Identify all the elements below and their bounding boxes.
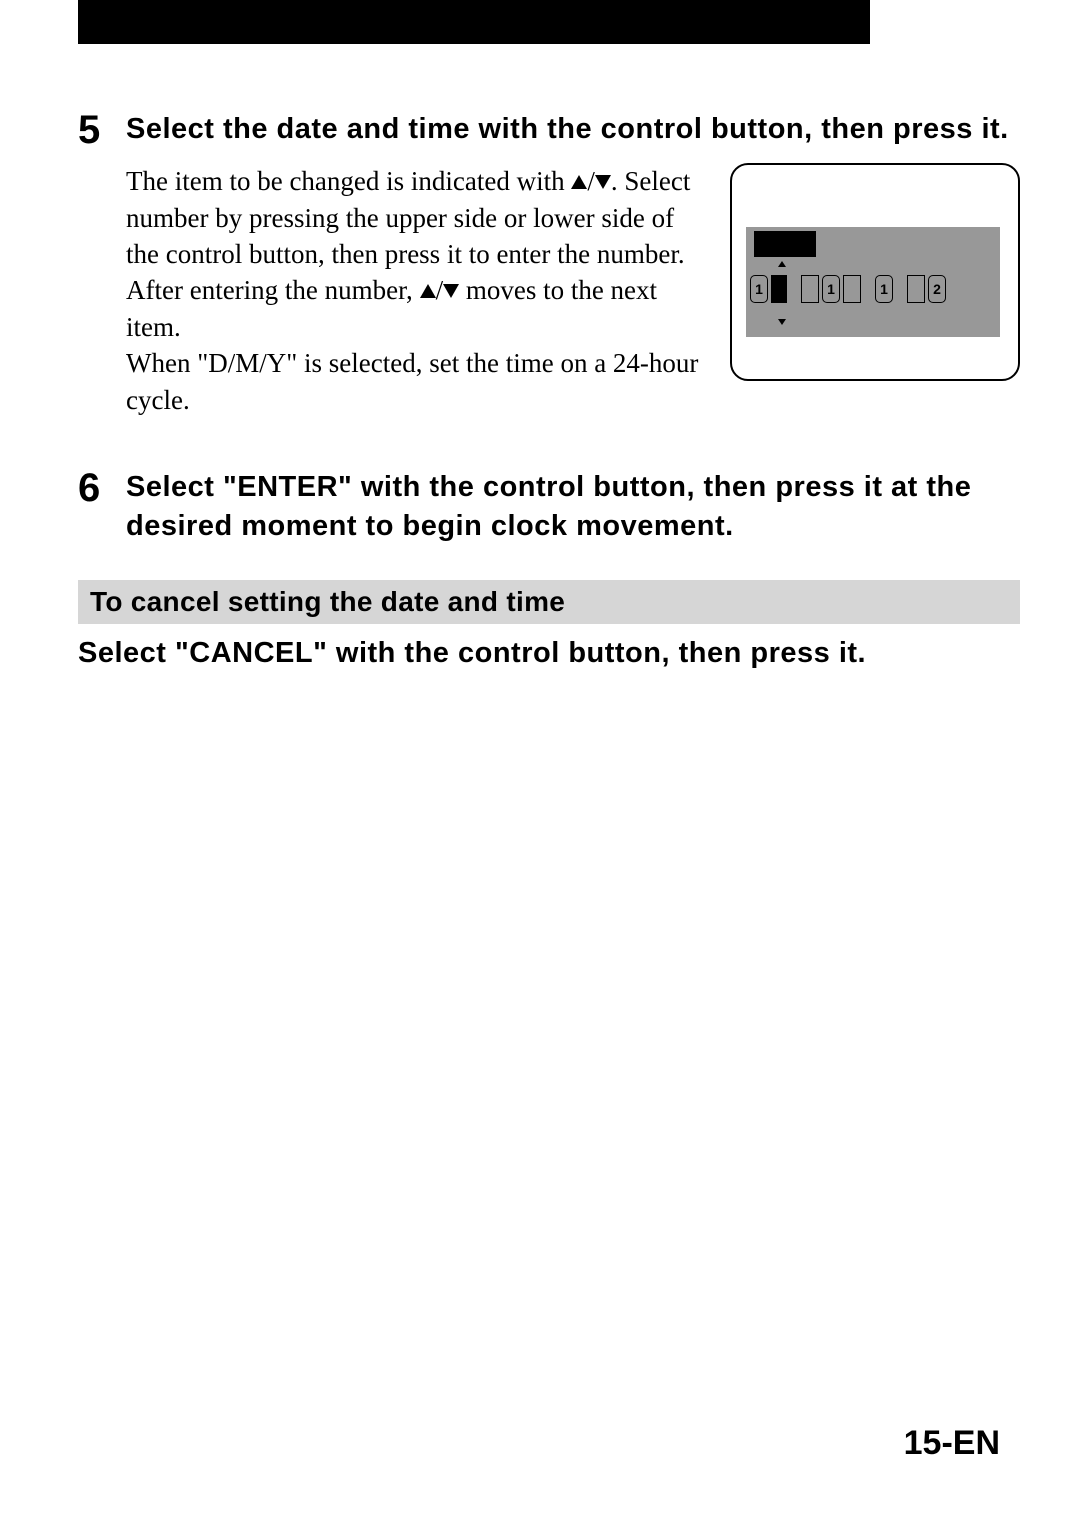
triangle-down-icon [595,175,611,189]
clock-set-figure: 1 1 1 2 [730,163,1020,381]
figure-digit-box [907,275,925,303]
figure-digit-box [843,275,861,303]
step-number-5: 5 [78,110,126,418]
figure-digit: 1 [750,275,768,303]
triangle-up-icon [571,175,587,189]
step-5-text: The item to be changed is indicated with… [126,163,706,418]
figure-lcd: 1 1 1 2 [746,227,1000,337]
triangle-up-icon [420,284,436,298]
figure-arrow-up-icon [778,261,786,267]
step-6-body: Select "ENTER" with the control button, … [126,468,1020,546]
figure-arrow-down-icon [778,319,786,325]
figure-digit-box [801,275,819,303]
step-5-para3: When "D/M/Y" is selected, set the time o… [126,348,698,414]
cancel-text: Select "CANCEL" with the control button,… [78,634,1020,673]
step-6-heading: Select "ENTER" with the control button, … [126,468,1020,546]
figure-digit-row: 1 1 1 2 [750,275,946,303]
figure-digit: 1 [875,275,893,303]
cancel-subheading: To cancel setting the date and time [78,580,1020,624]
step-5: 5 Select the date and time with the cont… [78,110,1020,418]
figure-black-indicator [754,231,816,257]
figure-digit: 1 [822,275,840,303]
page-content: 5 Select the date and time with the cont… [78,110,1020,674]
triangle-down-icon [443,284,459,298]
step-5-para1a: The item to be changed is indicated with [126,166,571,196]
figure-digit: 2 [928,275,946,303]
figure-digit-selected [771,275,787,303]
step-5-row: The item to be changed is indicated with… [126,163,1020,418]
step-5-heading: Select the date and time with the contro… [126,110,1020,149]
step-number-6: 6 [78,468,126,546]
header-black-bar [78,0,870,44]
step-6: 6 Select "ENTER" with the control button… [78,468,1020,546]
step-5-para2a: After entering the number, [126,275,420,305]
step-5-body: Select the date and time with the contro… [126,110,1020,418]
page-number: 15-EN [904,1424,1000,1463]
